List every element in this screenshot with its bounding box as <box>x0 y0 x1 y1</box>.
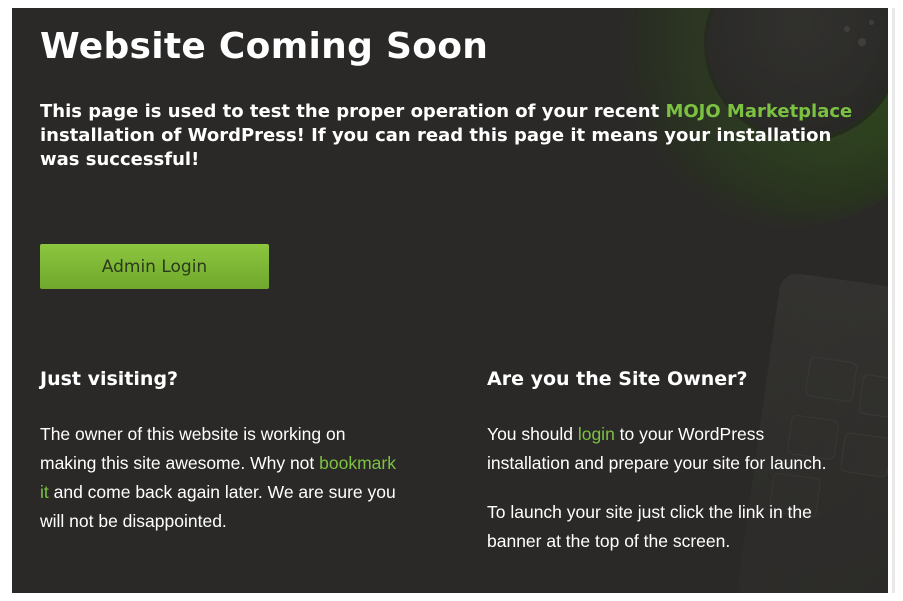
site-owner-text: You should login to your WordPress insta… <box>487 420 847 478</box>
main-content: Website Coming Soon This page is used to… <box>12 8 888 593</box>
mojo-marketplace-link[interactable]: MOJO Marketplace <box>665 101 852 122</box>
login-link[interactable]: login <box>578 424 615 444</box>
just-visiting-heading: Just visiting? <box>40 368 179 390</box>
visiting-text: and come back again later. We are sure y… <box>40 482 396 531</box>
owner-text: You should <box>487 424 578 444</box>
site-owner-heading: Are you the Site Owner? <box>487 368 748 390</box>
intro-paragraph: This page is used to test the proper ope… <box>40 100 860 172</box>
intro-text: installation of WordPress! If you can re… <box>40 125 832 170</box>
just-visiting-text: The owner of this website is working on … <box>40 420 400 536</box>
launch-instructions: To launch your site just click the link … <box>487 502 812 551</box>
scrollbar[interactable] <box>892 8 895 593</box>
intro-text: This page is used to test the proper ope… <box>40 101 666 122</box>
site-owner-section: Are you the Site Owner? You should login… <box>487 368 847 576</box>
admin-login-button[interactable]: Admin Login <box>40 244 269 289</box>
just-visiting-section: Just visiting? The owner of this website… <box>40 368 400 556</box>
visiting-text: The owner of this website is working on … <box>40 424 346 473</box>
page-title: Website Coming Soon <box>40 26 489 67</box>
coming-soon-page: Website Coming Soon This page is used to… <box>12 8 888 593</box>
